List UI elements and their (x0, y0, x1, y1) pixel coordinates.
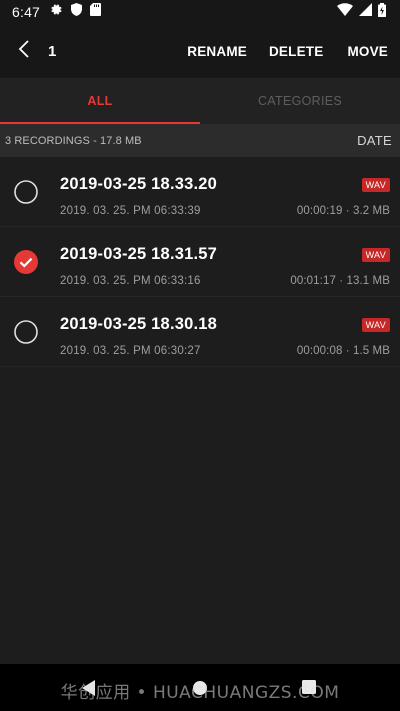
signal-icon (359, 3, 372, 21)
tab-bar: ALL CATEGORIES (0, 78, 400, 124)
chevron-left-icon (18, 39, 30, 64)
format-badge: WAV (361, 318, 390, 332)
recording-date: 2019. 03. 25. PM 06:33:16 (60, 275, 201, 287)
settings-gear-icon (50, 3, 63, 21)
format-badge: WAV (361, 178, 390, 192)
sort-by-date-button[interactable]: DATE (357, 133, 392, 148)
recording-date: 2019. 03. 25. PM 06:30:27 (60, 345, 201, 357)
status-notification-icons (50, 3, 102, 21)
format-badge: WAV (361, 248, 390, 262)
recording-title: 2019-03-25 18.30.18 (60, 315, 218, 333)
summary-bar: 3 RECORDINGS - 17.8 MB DATE (0, 124, 400, 157)
selected-count: 1 (48, 42, 57, 60)
recordings-summary: 3 RECORDINGS - 17.8 MB (5, 134, 142, 147)
recording-title: 2019-03-25 18.31.57 (60, 245, 218, 263)
action-bar: 1 RENAME DELETE MOVE (0, 24, 400, 78)
shield-icon (71, 3, 83, 21)
move-button[interactable]: MOVE (347, 44, 388, 59)
recording-row[interactable]: 2019-03-25 18.31.57 WAV 2019. 03. 25. PM… (0, 227, 400, 297)
back-button[interactable] (0, 24, 48, 78)
recordings-list: 2019-03-25 18.33.20 WAV 2019. 03. 25. PM… (0, 157, 400, 367)
status-time: 6:47 (12, 4, 41, 20)
recording-date: 2019. 03. 25. PM 06:33:39 (60, 205, 201, 217)
action-buttons: RENAME DELETE MOVE (187, 44, 400, 59)
tab-all[interactable]: ALL (0, 78, 200, 124)
recording-row[interactable]: 2019-03-25 18.30.18 WAV 2019. 03. 25. PM… (0, 297, 400, 367)
sd-card-icon (90, 3, 102, 21)
recording-duration-size: 00:01:17 · 13.1 MB (290, 275, 390, 287)
checked-circle-icon[interactable] (14, 250, 38, 274)
tab-categories[interactable]: CATEGORIES (200, 78, 400, 124)
recording-row[interactable]: 2019-03-25 18.33.20 WAV 2019. 03. 25. PM… (0, 157, 400, 227)
wifi-icon (337, 3, 353, 21)
status-bar: 6:47 (0, 0, 400, 24)
recording-duration-size: 00:00:08 · 1.5 MB (296, 345, 390, 357)
unchecked-circle-icon[interactable] (14, 320, 38, 344)
watermark-text: 华创应用 • HUACHUANGZS.COM (60, 683, 340, 703)
rename-button[interactable]: RENAME (187, 44, 247, 59)
delete-button[interactable]: DELETE (269, 44, 323, 59)
recording-title: 2019-03-25 18.33.20 (60, 175, 218, 193)
status-system-icons (337, 2, 386, 22)
unchecked-circle-icon[interactable] (14, 180, 38, 204)
recording-duration-size: 00:00:19 · 3.2 MB (296, 205, 390, 217)
battery-icon (378, 2, 386, 22)
